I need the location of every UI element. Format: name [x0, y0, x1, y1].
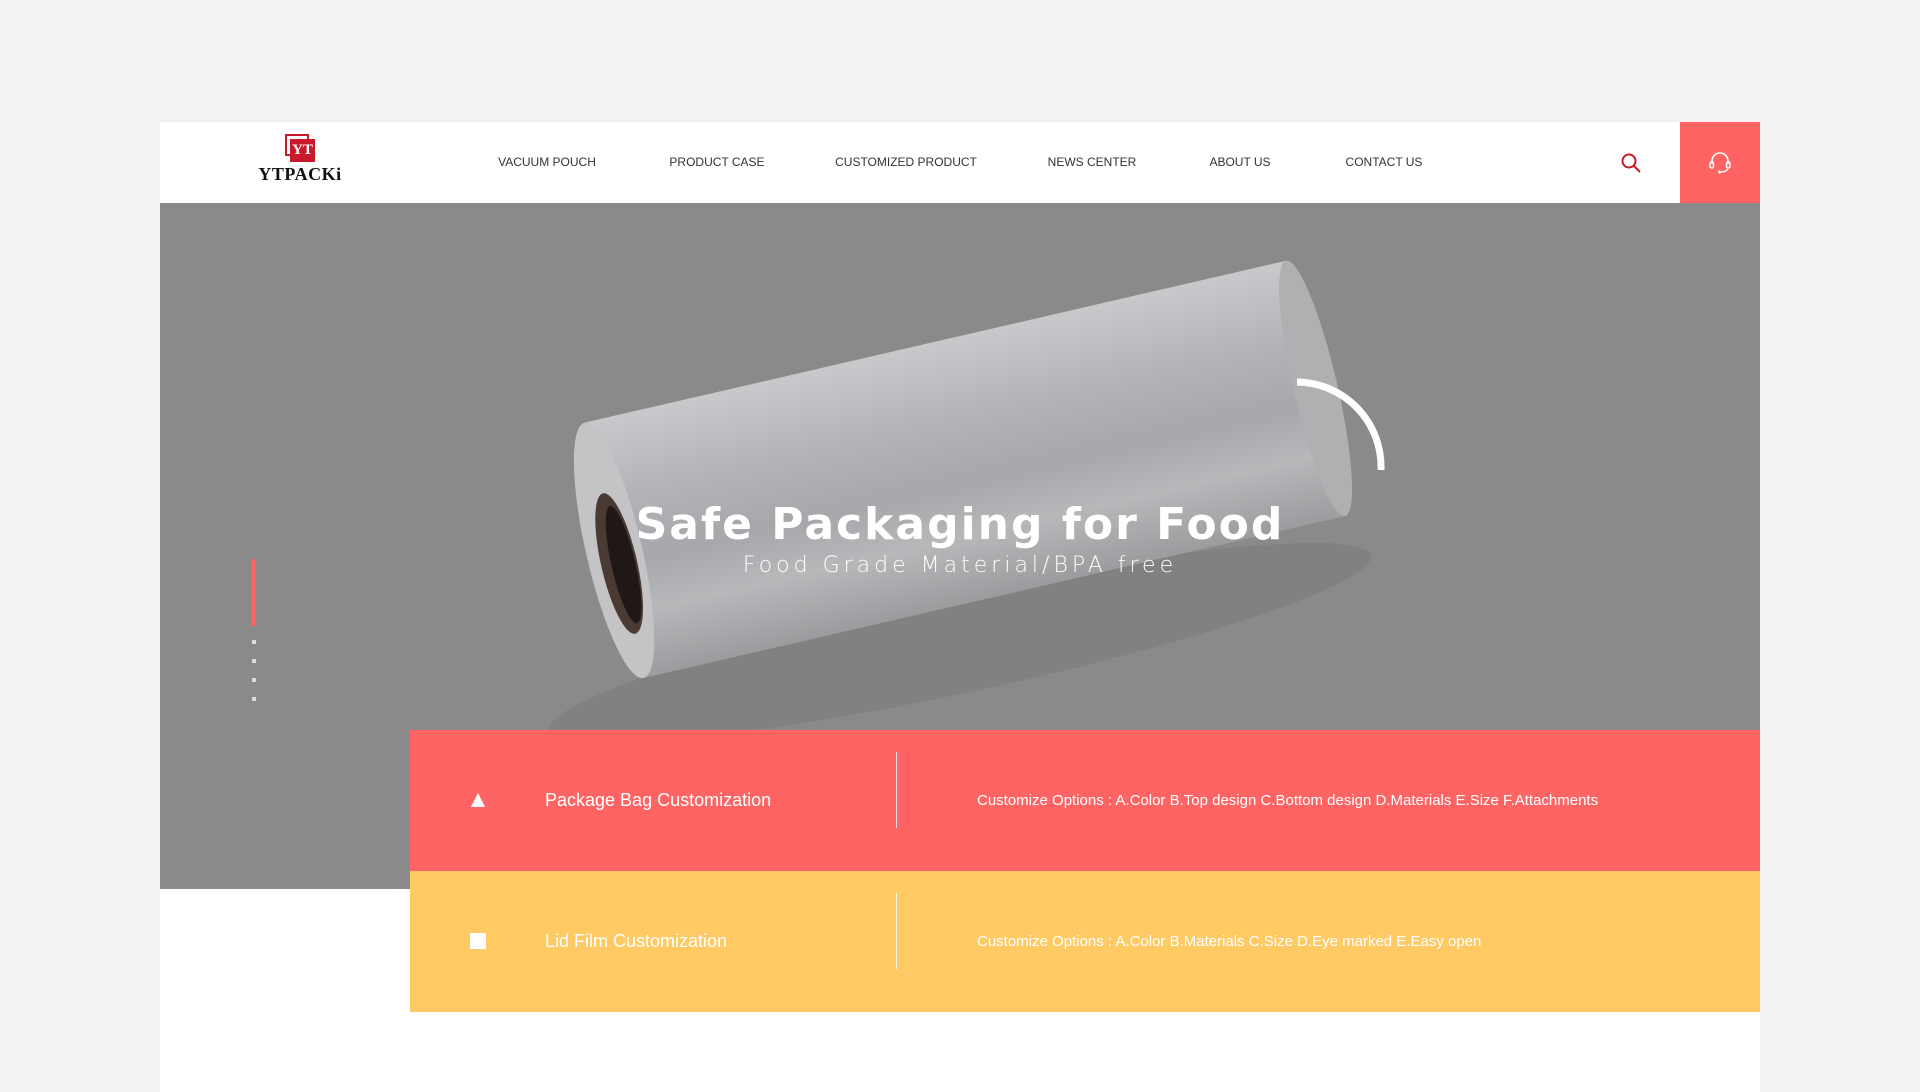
slide-indicator-active[interactable]	[252, 559, 255, 626]
nav-product-case[interactable]: PRODUCT CASE	[669, 122, 764, 203]
customer-support-button[interactable]	[1680, 122, 1760, 203]
slide-indicator-dot[interactable]	[252, 640, 256, 644]
band-title: Lid Film Customization	[545, 931, 728, 951]
slide-indicator-dot[interactable]	[252, 678, 256, 682]
nav-news-center[interactable]: NEWS CENTER	[1048, 122, 1137, 203]
slide-indicator-dot[interactable]	[252, 697, 256, 701]
band-lid-film[interactable]: Lid Film Customization Customize Options…	[410, 871, 1760, 1012]
band-options: Customize Options : A.Color B.Top design…	[977, 792, 1599, 809]
logo-text: YTPACKi	[258, 164, 342, 184]
slide-indicator-dot[interactable]	[252, 659, 256, 663]
nav-customized-product[interactable]: CUSTOMIZED PRODUCT	[835, 122, 977, 203]
hero-title: Safe Packaging for Food	[635, 499, 1285, 550]
headset-icon	[1709, 151, 1731, 173]
nav-about-us[interactable]: ABOUT US	[1209, 122, 1270, 203]
band-title: Package Bag Customization	[545, 790, 772, 810]
nav-contact-us[interactable]: CONTACT US	[1346, 122, 1423, 203]
divider	[896, 752, 897, 828]
nav-vacuum-pouch[interactable]: VACUUM POUCH	[498, 122, 596, 203]
square-icon	[470, 933, 486, 949]
logo[interactable]: YT YTPACKi	[250, 134, 350, 185]
site-header: YT YTPACKi VACUUM POUCH PRODUCT CASE CUS…	[160, 122, 1760, 203]
search-icon[interactable]	[1620, 152, 1642, 174]
triangle-icon	[471, 793, 485, 807]
hero-subtitle: Food Grade Material/BPA free	[742, 553, 1178, 578]
band-package-bag[interactable]: Package Bag Customization Customize Opti…	[410, 730, 1760, 871]
band-options: Customize Options : A.Color B.Materials …	[977, 933, 1482, 950]
divider	[896, 893, 897, 969]
logo-mark: YT	[285, 134, 315, 162]
